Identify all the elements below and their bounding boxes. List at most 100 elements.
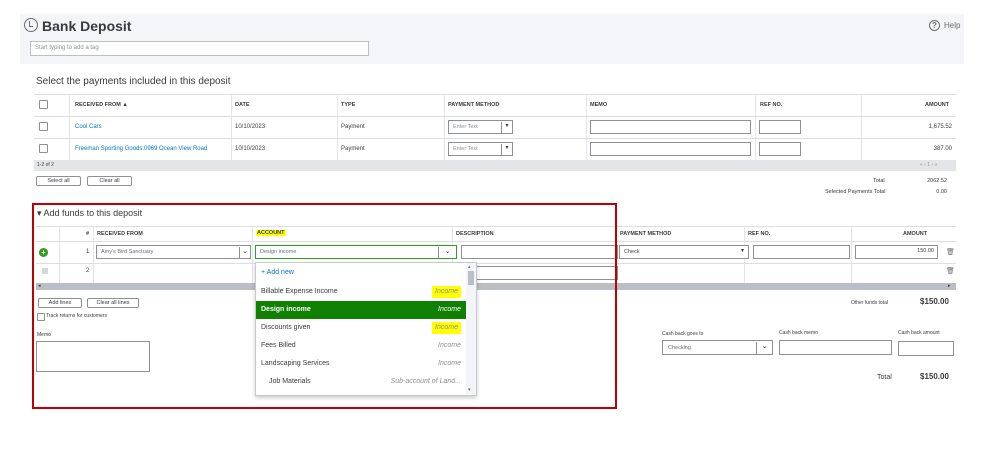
- select-all-button[interactable]: Select all: [36, 176, 81, 186]
- payments-section-title: Select the payments included in this dep…: [36, 76, 231, 87]
- payments-total-label: Total: [873, 178, 885, 184]
- payment-method-select[interactable]: Enter Text ▾: [448, 142, 513, 156]
- selected-payments-label: Selected Payments Total: [825, 189, 886, 195]
- help-label: Help: [944, 21, 961, 30]
- selected-payments-value: 0.00: [936, 189, 947, 195]
- cash-back-amount-input[interactable]: [898, 341, 954, 356]
- payment-method-placeholder: Enter Text: [453, 146, 478, 152]
- payment-row-checkbox[interactable]: [39, 144, 48, 153]
- tag-input[interactable]: Start typing to add a tag: [30, 41, 369, 56]
- chevron-down-icon[interactable]: ▾: [501, 122, 512, 133]
- account-option[interactable]: Discounts given Income: [256, 319, 466, 337]
- grid-line: [755, 94, 756, 160]
- scroll-down-icon[interactable]: ▾: [468, 387, 471, 393]
- col-amount: AMOUNT: [925, 102, 950, 108]
- divider: [34, 94, 956, 95]
- account-option-type: Sub-account of Land...: [390, 378, 461, 385]
- cash-back-memo-label: Cash back memo: [779, 330, 818, 336]
- divider: [34, 138, 956, 139]
- account-option-name: Job Materials: [269, 378, 311, 385]
- divider: [34, 116, 956, 117]
- payment-amount: 387.00: [933, 146, 952, 152]
- scroll-thumb[interactable]: [468, 271, 474, 285]
- col-date: DATE: [235, 102, 250, 108]
- chevron-down-icon[interactable]: ▾: [501, 144, 512, 155]
- funds-payment-method-value: Check: [624, 249, 640, 255]
- account-option-name: Discounts given: [261, 324, 311, 331]
- payment-ref-input[interactable]: [759, 120, 801, 134]
- grid-line: [851, 226, 852, 283]
- cash-back-account-select[interactable]: Checking ⌄: [662, 340, 773, 355]
- cash-back-account-value: Checking: [668, 345, 691, 351]
- payment-received-from-link[interactable]: Freeman Sporting Goods:0969 Ocean View R…: [75, 146, 207, 152]
- col-payment-method: PAYMENT METHOD: [448, 102, 500, 108]
- trash-icon[interactable]: 🗑: [946, 248, 955, 256]
- select-all-payments-checkbox[interactable]: [39, 100, 48, 109]
- other-funds-value: $150.00: [920, 297, 949, 306]
- pager-bar: [34, 160, 956, 171]
- account-option-type: Income: [432, 322, 461, 334]
- account-option-selected[interactable]: Design income Income: [256, 301, 466, 319]
- col-funds-amount: AMOUNT: [903, 231, 928, 237]
- funds-payment-method-select[interactable]: Check ▾: [619, 245, 749, 259]
- grid-line: [337, 94, 338, 160]
- account-option-type: Income: [438, 306, 461, 313]
- payment-row-checkbox[interactable]: [39, 122, 48, 131]
- pager-nav[interactable]: « ‹ 1 › »: [920, 162, 937, 168]
- account-option-type: Income: [432, 286, 461, 298]
- page-title: Bank Deposit: [42, 18, 132, 34]
- grid-line: [69, 94, 70, 160]
- payment-memo-input[interactable]: [590, 120, 751, 134]
- deposit-icon: [24, 18, 38, 32]
- chevron-down-icon[interactable]: ▾: [737, 247, 748, 258]
- total-value: $150.00: [920, 372, 949, 381]
- payment-type: Payment: [341, 146, 365, 152]
- account-option-name: Fees Billed: [261, 342, 296, 349]
- account-dropdown[interactable]: + Add new Billable Expense Income Income…: [255, 262, 477, 396]
- help-button[interactable]: ? Help: [929, 20, 960, 31]
- col-type: TYPE: [341, 102, 356, 108]
- account-option-type: Income: [438, 342, 461, 349]
- account-option[interactable]: Job Materials Sub-account of Land...: [256, 373, 466, 391]
- scroll-right-icon[interactable]: ▸: [948, 283, 951, 289]
- add-new-account-option[interactable]: + Add new: [256, 264, 466, 282]
- account-option[interactable]: Fees Billed Income: [256, 337, 466, 355]
- total-label: Total: [877, 374, 892, 381]
- account-option[interactable]: Landscaping Services Income: [256, 355, 466, 373]
- clear-all-button[interactable]: Clear all: [87, 176, 132, 186]
- payment-memo-input[interactable]: [590, 142, 751, 156]
- account-option-name: Design income: [261, 306, 311, 313]
- dropdown-scrollbar[interactable]: ▴ ▾: [466, 263, 476, 395]
- payment-ref-input[interactable]: [759, 142, 801, 156]
- cash-back-goes-to-label: Cash back goes to: [662, 331, 704, 337]
- funds-ref-input[interactable]: [753, 245, 850, 259]
- col-funds-payment-method: PAYMENT METHOD: [620, 231, 672, 237]
- col-ref-no: REF NO.: [760, 102, 783, 108]
- chevron-down-icon[interactable]: ⌄: [756, 342, 772, 354]
- account-option-type: Income: [438, 360, 461, 367]
- grid-line: [861, 94, 862, 160]
- other-funds-label: Other funds total: [851, 300, 888, 306]
- cash-back-memo-input[interactable]: [779, 340, 892, 355]
- cash-back-amount-label: Cash back amount: [898, 330, 940, 336]
- scroll-up-icon[interactable]: ▴: [468, 264, 471, 270]
- grid-line: [231, 94, 232, 160]
- account-option[interactable]: Billable Expense Income Income: [256, 283, 466, 301]
- account-option-name: Billable Expense Income: [261, 288, 338, 295]
- payment-received-from-link[interactable]: Cool Cars: [75, 124, 102, 130]
- col-memo: MEMO: [590, 102, 608, 108]
- header-bar: [20, 14, 964, 64]
- col-received-from[interactable]: RECEIVED FROM ▲: [75, 102, 128, 108]
- funds-amount-input[interactable]: 150.00: [855, 245, 938, 259]
- grid-line: [586, 94, 587, 160]
- help-icon: ?: [929, 20, 940, 31]
- payments-total-value: 2062.52: [927, 178, 947, 184]
- pager-count: 1-2 of 2: [37, 162, 54, 168]
- grid-line: [444, 94, 445, 160]
- trash-icon[interactable]: 🗑: [946, 267, 955, 275]
- payment-method-select[interactable]: Enter Text ▾: [448, 120, 513, 134]
- payment-amount: 1,675.52: [928, 124, 952, 130]
- col-funds-ref-no: REF NO.: [748, 231, 771, 237]
- payment-date: 10/10/2023: [235, 124, 266, 130]
- payment-method-placeholder: Enter Text: [453, 124, 478, 130]
